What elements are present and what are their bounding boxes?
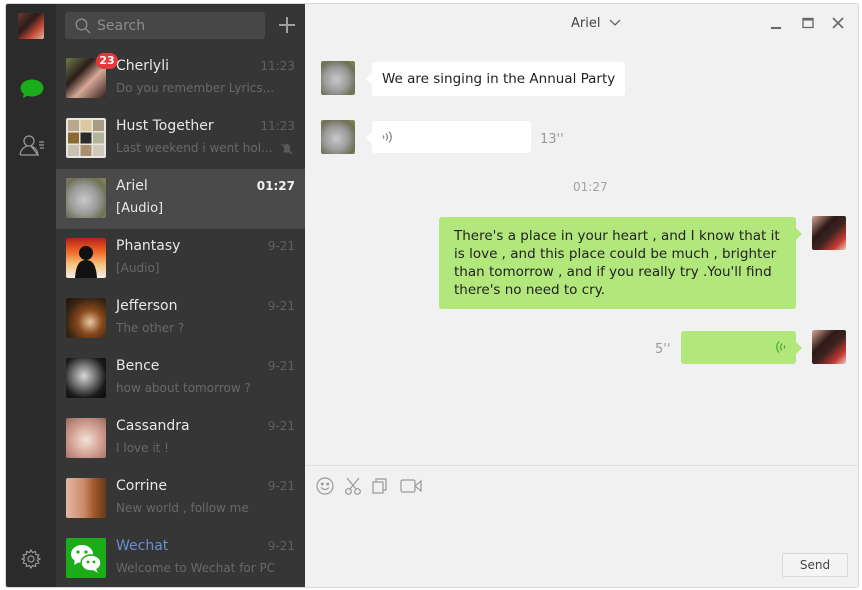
contact-avatar [66,418,106,458]
conversation-item[interactable]: Cassandra 9-21 I love it ! [56,409,305,469]
last-message-preview: Welcome to Wechat for PC... [116,561,274,575]
chat-header: Ariel [305,4,858,44]
message-bubble-incoming: We are singing in the Annual Party [365,62,626,96]
send-button[interactable]: Send [782,553,848,577]
conversation-item[interactable]: Jefferson 9-21 The other ? [56,289,305,349]
composer: Send [305,465,858,587]
search-input[interactable] [97,12,257,39]
audio-duration: 5'' [655,342,671,357]
contact-avatar [66,358,106,398]
conversation-item[interactable]: Bence 9-21 how about tomorrow ? [56,349,305,409]
chevron-down-icon[interactable] [609,19,621,27]
contact-name: Jefferson [116,298,178,314]
conversation-list-panel: 23 Cherlyli 11:23 Do you remember Lyrics… [56,4,305,587]
last-message-preview: The other ? [116,321,185,335]
message-text: There's a place in your heart , and I kn… [454,228,780,298]
last-message-preview: [Audio] [116,201,164,216]
contact-avatar [66,238,106,278]
conversation-item[interactable]: Wechat 9-21 Welcome to Wechat for PC... [56,529,305,587]
nav-rail [6,4,56,587]
wechat-logo-avatar [66,538,106,578]
last-message-time: 11:23 [260,59,295,73]
conversation-list: 23 Cherlyli 11:23 Do you remember Lyrics… [56,49,305,587]
maximize-icon[interactable] [801,16,815,30]
contact-name: Cherlyli [116,58,169,74]
chat-title[interactable]: Ariel [571,16,600,31]
file-icon[interactable] [370,476,390,496]
contact-name: Bence [116,358,160,374]
chats-icon[interactable] [20,79,44,99]
contact-name: Corrine [116,478,167,494]
last-message-preview: New world , follow me [116,501,249,515]
contact-name: Wechat [116,538,169,554]
group-avatar [66,118,106,158]
message-bubble-outgoing: There's a place in your heart , and I kn… [439,217,802,309]
settings-icon[interactable] [21,549,41,569]
last-message-time: 9-21 [267,299,295,313]
search-box[interactable] [65,12,265,39]
conversation-item-active[interactable]: Ariel 01:27 [Audio] [56,169,305,229]
audio-duration: 13'' [540,132,564,147]
conversation-item[interactable]: Phantasy 9-21 [Audio] [56,229,305,289]
profile-avatar[interactable] [18,13,44,39]
last-message-preview: [Audio] [116,261,160,275]
scissors-icon[interactable] [343,476,363,496]
conversation-item[interactable]: Hust Together 11:23 Last weekend i went … [56,109,305,169]
last-message-preview: Do you remember Lyrics.... [116,81,274,95]
audio-wave-icon [776,341,786,353]
mute-bell-icon [281,143,293,155]
wechat-window: 23 Cherlyli 11:23 Do you remember Lyrics… [5,3,859,588]
last-message-time: 9-21 [267,419,295,433]
contact-name: Ariel [116,178,148,194]
contact-name: Cassandra [116,418,190,434]
message-input[interactable] [315,504,768,579]
last-message-preview: how about tomorrow ? [116,381,251,395]
last-message-time: 9-21 [267,539,295,553]
contact-avatar [66,178,106,218]
sender-avatar[interactable] [321,61,355,95]
minimize-icon[interactable] [770,16,784,30]
own-avatar[interactable] [812,330,846,364]
last-message-preview: I love it ! [116,441,169,455]
add-icon[interactable] [276,14,298,36]
emoji-icon[interactable] [315,476,335,496]
audio-wave-icon [382,131,392,143]
contacts-icon[interactable] [19,134,45,156]
message-timestamp: 01:27 [573,180,608,194]
contact-avatar [66,298,106,338]
own-avatar[interactable] [812,216,846,250]
contact-avatar [66,478,106,518]
unread-badge: 23 [96,53,118,69]
audio-message-outgoing[interactable] [681,331,802,364]
conversation-item[interactable]: Corrine 9-21 New world , follow me [56,469,305,529]
last-message-time: 9-21 [267,239,295,253]
chat-pane: Ariel We are singing in the Annual Party… [305,4,858,587]
conversation-item[interactable]: 23 Cherlyli 11:23 Do you remember Lyrics… [56,49,305,109]
contact-name: Phantasy [116,238,181,254]
close-icon[interactable] [831,16,845,30]
sender-avatar[interactable] [321,120,355,154]
video-call-icon[interactable] [399,476,423,496]
last-message-time: 9-21 [267,359,295,373]
last-message-time: 11:23 [260,119,295,133]
message-list: We are singing in the Annual Party 13'' … [305,44,858,464]
last-message-time: 9-21 [267,479,295,493]
message-text: We are singing in the Annual Party [382,71,616,87]
contact-name: Hust Together [116,118,214,134]
search-icon [75,18,91,34]
audio-message-incoming[interactable] [366,121,531,153]
last-message-time: 01:27 [256,179,295,193]
last-message-preview: Last weekend i went hol... [116,141,273,155]
